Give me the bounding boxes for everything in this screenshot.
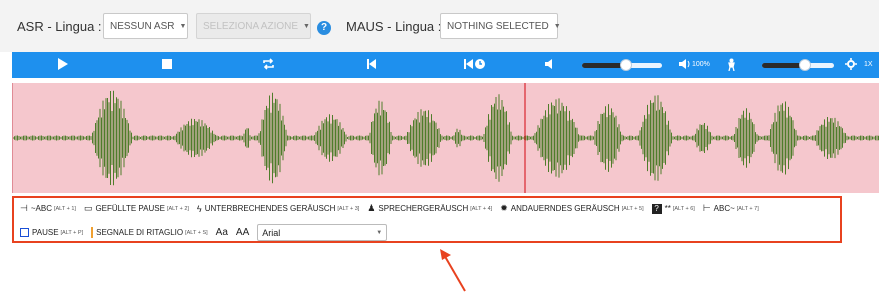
annotation-toolbar: ⊣ ~ABC [ALT + 1] ▭ GEFÜLLTE PAUSE [ALT + 2] ϟ U… [12,196,842,243]
annotation-row-2-tags: PAUSE [ALT + P] SEGNALE DI RITAGLIO [ALT + … [20,227,216,238]
speech-bubble-icon: ▭ [83,203,93,213]
maus-select[interactable]: NOTHING SELECTED ▼ [440,13,561,39]
annotation-tag-label: ** [664,204,671,213]
crop-bar-icon [91,227,94,238]
maus-language-label: MAUS - Lingua : [346,19,442,34]
font-family-select[interactable]: Arial ▼ [257,224,388,241]
caret-down-icon: ▼ [553,22,561,30]
annotation-tag-button[interactable]: SEGNALE DI RITAGLIO [ALT + S] [91,227,208,238]
annotation-tag-shortcut: [ALT + S] [185,229,208,236]
annotation-tag-label: SPRECHERGERÄUSCH [378,204,469,213]
speed-slider-handle[interactable] [799,59,812,71]
play-icon[interactable] [58,58,68,74]
asr-select[interactable]: NESSUN ASR ▼ [103,13,188,39]
volume-percent-text: 100% [692,61,710,68]
skip-back-5s-icon[interactable] [464,58,486,74]
square-icon [20,228,29,237]
annotation-row-2: PAUSE [ALT + P] SEGNALE DI RITAGLIO [ALT + … [20,224,388,241]
volume-slider-handle[interactable] [620,59,632,71]
annotation-tag-shortcut: [ALT + 5] [621,205,644,212]
marker-end-icon: ⊢ [702,203,711,213]
caret-down-icon: ▼ [376,229,383,236]
speed-slider[interactable] [762,59,834,71]
speed-value-text: 1X [864,61,873,68]
annotation-tag-button[interactable]: ⊣ ~ABC [ALT + 1] [20,203,76,214]
player-toolbar: 100% 1X [12,52,879,78]
annotation-tag-label: PAUSE [32,228,59,237]
question-box-icon: ? [651,203,662,214]
annotation-tag-label: SEGNALE DI RITAGLIO [96,228,184,237]
annotation-tag-label: ANDAUERNDES GERÄUSCH [510,204,620,213]
annotation-tag-button[interactable]: ϟ UNTERBRECHENDES GERÄUSCH [ALT + 3] [197,204,359,214]
settings-icon[interactable] [845,58,857,74]
lightning-icon: ϟ [196,203,202,214]
font-decrease-button[interactable]: Aa [216,227,228,238]
annotation-tag-shortcut: [ALT + 3] [337,205,360,212]
waveform-canvas[interactable] [12,83,879,193]
annotation-tag-button[interactable]: ⊢ ABC~ [ALT + 7] [703,203,759,214]
annotation-tag-button[interactable]: ✹ ANDAUERNDES GERÄUSCH [ALT + 5] [500,203,643,214]
annotation-tag-shortcut: [ALT + 7] [736,205,759,212]
annotation-tag-shortcut: [ALT + 4] [470,205,493,212]
marker-start-icon: ⊣ [20,203,28,213]
person-icon: ♟ [367,203,376,213]
asr-language-label: ASR - Lingua : [17,19,102,34]
volume-icon[interactable] [545,58,554,73]
annotation-tag-shortcut: [ALT + 6] [672,205,695,212]
font-family-value: Arial [262,227,281,238]
font-increase-button[interactable]: AA [236,227,249,238]
annotation-tag-button[interactable]: ♟ SPRECHERGERÄUSCH [ALT + 4] [367,203,492,214]
annotation-tag-label: GEFÜLLTE PAUSE [95,204,165,213]
caret-down-icon: ▼ [303,22,310,30]
annotation-tag-shortcut: [ALT + P] [60,229,84,236]
annotation-tag-label: ~ABC [30,204,52,213]
help-icon[interactable]: ? [317,21,331,35]
asr-action-select[interactable]: SELEZIONA AZIONE ▼ [196,13,311,39]
maus-select-value: NOTHING SELECTED [447,20,549,32]
volume-slider[interactable] [582,59,662,71]
waveform-path [13,90,879,186]
annotation-tag-label: UNTERBRECHENDES GERÄUSCH [204,204,336,213]
asr-action-select-value: SELEZIONA AZIONE [203,20,299,32]
annotation-tag-shortcut: [ALT + 1] [53,205,76,212]
annotation-tag-button[interactable]: ? ** [ALT + 6] [651,203,695,214]
skip-to-start-icon[interactable] [367,58,377,74]
caret-down-icon: ▼ [179,22,187,30]
language-bar: ASR - Lingua : NESSUN ASR ▼ SELEZIONA AZ… [0,0,879,52]
speed-icon[interactable] [727,58,736,75]
volume-100-icon[interactable] [679,58,691,73]
waveform-graphic [13,83,879,193]
annotation-tag-label: ABC~ [713,204,735,213]
annotation-tag-button[interactable]: ▭ GEFÜLLTE PAUSE [ALT + 2] [84,203,189,214]
asr-select-value: NESSUN ASR [110,20,175,32]
red-arrow-icon [440,249,466,292]
loop-icon[interactable] [262,58,275,74]
stop-icon[interactable] [162,58,172,73]
burst-icon: ✹ [500,203,508,213]
annotation-tag-button[interactable]: PAUSE [ALT + P] [20,228,83,237]
annotation-tag-shortcut: [ALT + 2] [166,205,189,212]
annotation-row-1: ⊣ ~ABC [ALT + 1] ▭ GEFÜLLTE PAUSE [ALT + 2] ϟ U… [20,203,767,214]
